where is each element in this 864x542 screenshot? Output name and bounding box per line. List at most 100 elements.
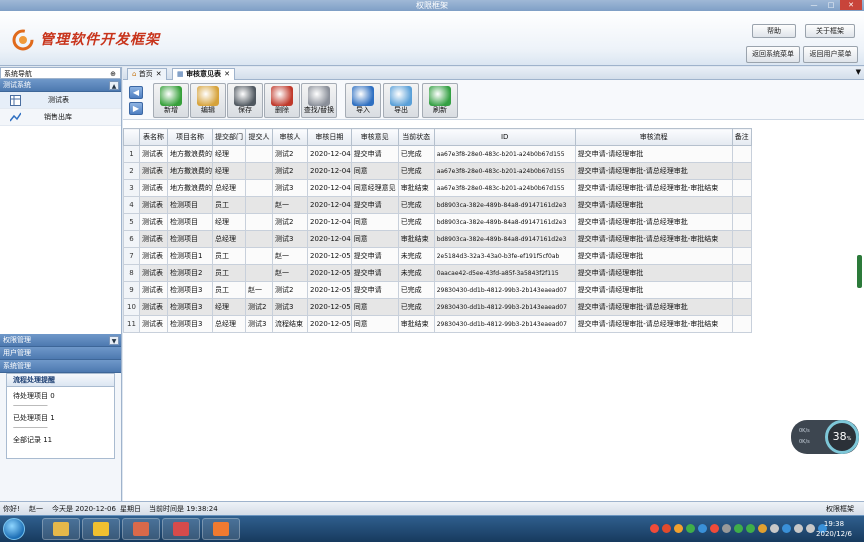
table-cell[interactable]: 2020-12-05 xyxy=(307,264,352,282)
table-cell[interactable]: 检测项目2 xyxy=(167,264,213,282)
table-cell[interactable]: 8 xyxy=(123,264,140,282)
table-cell[interactable]: 员工 xyxy=(212,196,246,214)
table-cell[interactable]: 赵一 xyxy=(272,247,308,265)
nav-section-permission[interactable]: 权限管理 ▼ xyxy=(0,334,121,347)
tray-icon[interactable] xyxy=(794,524,803,533)
table-cell[interactable]: 2020-12-04 xyxy=(307,179,352,197)
table-cell[interactable]: 2020-12-05 xyxy=(307,281,352,299)
tray-icon[interactable] xyxy=(698,524,707,533)
table-cell[interactable]: 地方撒浪费的 xyxy=(167,145,213,163)
nav-section-users[interactable]: 用户管理 xyxy=(0,347,121,360)
table-cell[interactable]: 5 xyxy=(123,213,140,231)
table-cell[interactable]: 提交申请 xyxy=(350,281,399,299)
table-cell[interactable]: 测试2 xyxy=(272,213,308,231)
table-cell[interactable]: 经理 xyxy=(212,298,246,316)
clock[interactable]: 19:38 2020/12/6 xyxy=(812,519,856,539)
table-cell[interactable] xyxy=(731,298,752,316)
table-cell[interactable]: 提交申请-请经理审批 xyxy=(574,264,733,282)
taskbar-app2[interactable] xyxy=(202,518,240,540)
tray-icon[interactable] xyxy=(710,524,719,533)
table-cell[interactable]: 同意 xyxy=(350,230,399,248)
table-row[interactable]: 2 测试表 地方撒浪费的 经理 测试2 2020-12-04 同意 已完成 aa67e3f8-2… xyxy=(123,162,752,180)
table-cell[interactable]: 提交申请 xyxy=(350,247,399,265)
table-cell[interactable]: 经理 xyxy=(212,213,246,231)
table-cell[interactable]: 2 xyxy=(123,162,140,180)
taskbar-explorer[interactable] xyxy=(42,518,80,540)
table-row[interactable]: 11 测试表 检测项目3 总经理 测试3 流程结束 2020-12-05 同意 审批结束 2983… xyxy=(123,315,752,333)
table-cell[interactable]: 2020-12-04 xyxy=(307,162,352,180)
table-cell[interactable]: 同意 xyxy=(350,213,399,231)
table-cell[interactable]: 6 xyxy=(123,230,140,248)
about-button[interactable]: 关于框架 xyxy=(805,24,855,38)
table-cell[interactable]: 测试表 xyxy=(139,179,168,197)
table-cell[interactable]: 测试表 xyxy=(139,247,168,265)
table-cell[interactable]: 地方撒浪费的 xyxy=(167,179,213,197)
taskbar-app[interactable] xyxy=(162,518,200,540)
find-replace-button[interactable]: 查找/替换 xyxy=(301,83,337,118)
table-cell[interactable]: 2020-12-05 xyxy=(307,298,352,316)
table-cell[interactable] xyxy=(731,264,752,282)
nav-item-test-table[interactable]: 测试表 xyxy=(0,92,121,109)
table-cell[interactable] xyxy=(245,247,273,265)
table-cell[interactable]: 未完成 xyxy=(397,264,435,282)
table-cell[interactable]: 测试3 xyxy=(272,298,308,316)
table-cell[interactable]: 审批结束 xyxy=(397,315,435,333)
table-cell[interactable]: aa67e3f8-28e0-483c-b201-a24b0b67d155 xyxy=(433,145,576,163)
table-cell[interactable]: 0aacae42-d5ee-43fd-a85f-3a5843f2f115 xyxy=(433,264,576,282)
tray-icon[interactable] xyxy=(662,524,671,533)
table-cell[interactable]: 提交申请-请经理审批-请总经理审批 xyxy=(574,162,733,180)
tray-icon[interactable] xyxy=(734,524,743,533)
table-cell[interactable]: 测试表 xyxy=(139,281,168,299)
table-cell[interactable]: 流程结束 xyxy=(272,315,308,333)
table-cell[interactable]: 测试表 xyxy=(139,298,168,316)
collapse-up-icon[interactable]: ▲ xyxy=(109,81,119,90)
table-cell[interactable]: 测试2 xyxy=(272,162,308,180)
collapse-down-icon[interactable]: ▼ xyxy=(109,336,119,345)
column-header[interactable]: 审核人 xyxy=(272,128,308,146)
tray-icon[interactable] xyxy=(674,524,683,533)
help-button[interactable]: 帮助 xyxy=(752,24,796,38)
table-cell[interactable]: 已完成 xyxy=(397,281,435,299)
table-cell[interactable]: 测试表 xyxy=(139,196,168,214)
column-header[interactable]: 当前状态 xyxy=(397,128,435,146)
table-cell[interactable]: 赵一 xyxy=(272,264,308,282)
table-cell[interactable]: 测试3 xyxy=(272,179,308,197)
tray-icon[interactable] xyxy=(770,524,779,533)
table-cell[interactable]: 2020-12-04 xyxy=(307,145,352,163)
table-cell[interactable]: 检测项目3 xyxy=(167,281,213,299)
table-cell[interactable] xyxy=(731,230,752,248)
table-row[interactable]: 10 测试表 检测项目3 经理 测试2 测试3 2020-12-05 同意 已完成 2983043… xyxy=(123,298,752,316)
nav-section-test-system[interactable]: 测试系统 ▲ xyxy=(0,79,121,92)
tray-icon[interactable] xyxy=(650,524,659,533)
table-cell[interactable] xyxy=(245,162,273,180)
table-cell[interactable]: aa67e3f8-28e0-483c-b201-a24b0b67d155 xyxy=(433,162,576,180)
table-cell[interactable]: 测试表 xyxy=(139,315,168,333)
scrollbar-thumb[interactable] xyxy=(857,255,862,288)
add-button[interactable]: 新增 xyxy=(153,83,189,118)
table-cell[interactable]: 已完成 xyxy=(397,162,435,180)
table-cell[interactable]: 已完成 xyxy=(397,213,435,231)
table-cell[interactable]: 2020-12-04 xyxy=(307,196,352,214)
tab-menu-icon[interactable]: ▼ xyxy=(856,68,861,76)
tray-icon[interactable] xyxy=(746,524,755,533)
table-cell[interactable]: 测试表 xyxy=(139,213,168,231)
table-cell[interactable]: 测试表 xyxy=(139,162,168,180)
table-cell[interactable] xyxy=(731,247,752,265)
table-cell[interactable]: 员工 xyxy=(212,264,246,282)
table-cell[interactable]: 员工 xyxy=(212,247,246,265)
table-cell[interactable] xyxy=(731,281,752,299)
table-cell[interactable]: 提交申请 xyxy=(350,264,399,282)
table-cell[interactable]: 审批结束 xyxy=(397,179,435,197)
table-cell[interactable]: 29830430-dd1b-4812-99b3-2b143eaead07 xyxy=(433,298,576,316)
table-cell[interactable]: 29830430-dd1b-4812-99b3-2b143eaead07 xyxy=(433,281,576,299)
table-cell[interactable]: 29830430-dd1b-4812-99b3-2b143eaead07 xyxy=(433,315,576,333)
table-cell[interactable]: 测试表 xyxy=(139,145,168,163)
edit-button[interactable]: 编辑 xyxy=(190,83,226,118)
table-cell[interactable]: 已完成 xyxy=(397,145,435,163)
table-cell[interactable]: 2020-12-05 xyxy=(307,315,352,333)
tray-icon[interactable] xyxy=(782,524,791,533)
table-row[interactable]: 5 测试表 检测项目 经理 测试2 2020-12-04 同意 已完成 bd8903ca-382… xyxy=(123,213,752,231)
table-cell[interactable]: 测试表 xyxy=(139,230,168,248)
table-cell[interactable]: bd8903ca-382e-489b-84a8-d9147161d2e3 xyxy=(433,213,576,231)
tab-home[interactable]: ⌂ 首页 ✕ xyxy=(127,68,167,80)
